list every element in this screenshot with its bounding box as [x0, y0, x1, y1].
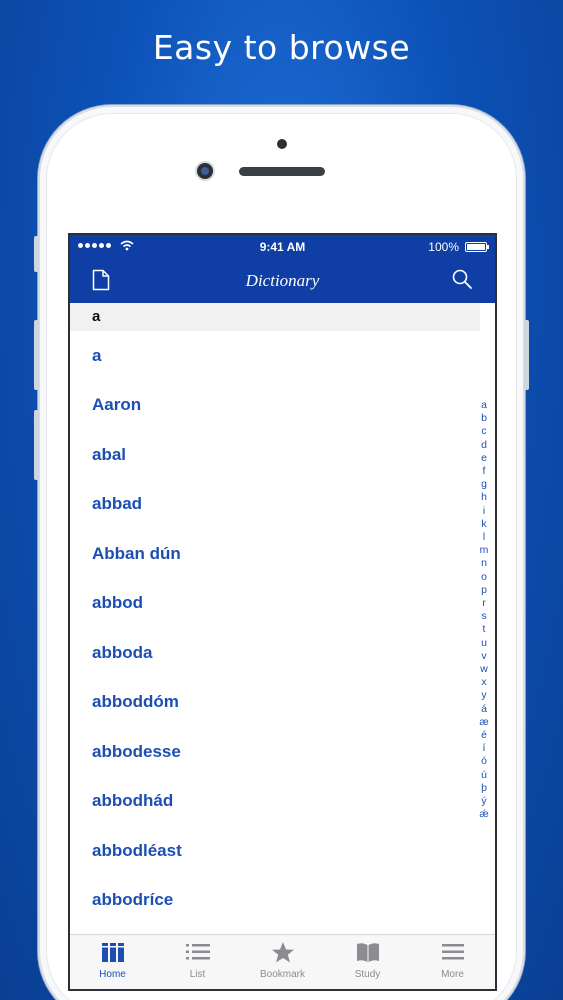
index-letter[interactable]: u	[481, 637, 487, 650]
search-icon[interactable]	[451, 268, 473, 290]
mute-switch	[34, 236, 39, 272]
volume-up-button	[34, 320, 39, 390]
index-letter[interactable]: é	[481, 729, 487, 742]
word-list-item[interactable]: Abban dún	[70, 529, 480, 579]
index-letter[interactable]: e	[481, 452, 487, 465]
tab-study[interactable]: Study	[325, 935, 410, 989]
word-list-item[interactable]: Aaron	[70, 381, 480, 431]
volume-down-button	[34, 410, 39, 480]
tab-label: Home	[99, 969, 126, 980]
index-letter[interactable]: ú	[481, 769, 487, 782]
tab-bookmark[interactable]: Bookmark	[240, 935, 325, 989]
index-letter[interactable]: d	[481, 439, 487, 452]
index-letter[interactable]: i	[483, 505, 485, 518]
index-letter[interactable]: b	[481, 412, 487, 425]
earpiece-speaker	[239, 167, 325, 176]
tab-bar: Home List Bookmark Study More	[70, 934, 495, 989]
index-letter[interactable]: l	[483, 531, 485, 544]
alphabet-index[interactable]: abcdefghiklmnoprstuvwxyáæéíóúþýǽ	[477, 399, 491, 822]
index-letter[interactable]: f	[483, 465, 486, 478]
section-header: a	[70, 303, 480, 331]
proximity-sensor	[277, 139, 287, 149]
index-letter[interactable]: w	[480, 663, 488, 676]
word-list-item[interactable]: abbod	[70, 579, 480, 629]
battery-percentage: 100%	[428, 240, 459, 254]
index-letter[interactable]: g	[481, 478, 487, 491]
word-list-item[interactable]: abbodhád	[70, 777, 480, 827]
power-button	[524, 320, 529, 390]
index-letter[interactable]: ý	[481, 795, 486, 808]
index-letter[interactable]: a	[481, 399, 487, 412]
index-letter[interactable]: c	[481, 425, 486, 438]
index-letter[interactable]: x	[481, 676, 486, 689]
index-letter[interactable]: n	[481, 557, 487, 570]
front-camera	[197, 163, 213, 179]
word-list-item[interactable]: a	[70, 331, 480, 381]
word-list-item[interactable]: abbodríce	[70, 876, 480, 926]
word-list-item[interactable]: abal	[70, 430, 480, 480]
index-letter[interactable]: y	[481, 689, 486, 702]
word-list-item[interactable]: abboddóm	[70, 678, 480, 728]
books-icon	[101, 941, 125, 969]
tab-list[interactable]: List	[155, 935, 240, 989]
index-letter[interactable]: p	[481, 584, 487, 597]
status-bar: 9:41 AM 100%	[70, 235, 495, 259]
index-letter[interactable]: r	[482, 597, 486, 610]
index-letter[interactable]: k	[481, 518, 486, 531]
promo-title: Easy to browse	[152, 28, 411, 67]
word-list: a Aaron abal abbad Abban dún abbod abboda abbod…	[70, 331, 480, 925]
tab-home[interactable]: Home	[70, 935, 155, 989]
index-letter[interactable]: t	[483, 623, 486, 636]
tab-more[interactable]: More	[410, 935, 495, 989]
index-letter[interactable]: á	[481, 703, 487, 716]
index-letter[interactable]: ǽ	[479, 808, 488, 821]
menu-icon	[441, 941, 465, 969]
list-icon	[185, 941, 211, 969]
index-letter[interactable]: s	[481, 610, 486, 623]
index-letter[interactable]: þ	[481, 782, 487, 795]
tab-label: Study	[354, 969, 381, 980]
index-letter[interactable]: ó	[481, 755, 487, 768]
index-letter[interactable]: o	[481, 571, 487, 584]
battery-icon	[465, 242, 489, 252]
nav-title: Dictionary	[245, 271, 320, 290]
star-icon	[271, 941, 295, 969]
tab-label: List	[189, 969, 206, 980]
index-letter[interactable]: í	[483, 742, 486, 755]
index-letter[interactable]: m	[480, 544, 489, 557]
word-list-item[interactable]: abboda	[70, 628, 480, 678]
index-letter[interactable]: h	[481, 491, 487, 504]
index-letter[interactable]: æ	[479, 716, 488, 729]
word-list-item[interactable]: abbodléast	[70, 826, 480, 876]
index-letter[interactable]: v	[481, 650, 486, 663]
app-screen: 9:41 AM 100% Dictionary a a Aaron abal abba…	[68, 233, 497, 991]
word-list-item[interactable]: abbad	[70, 480, 480, 530]
tab-label: Bookmark	[259, 969, 305, 980]
navigation-bar: Dictionary	[70, 259, 495, 303]
word-list-item[interactable]: abbodesse	[70, 727, 480, 777]
book-icon	[355, 941, 381, 969]
tab-label: More	[441, 969, 464, 980]
